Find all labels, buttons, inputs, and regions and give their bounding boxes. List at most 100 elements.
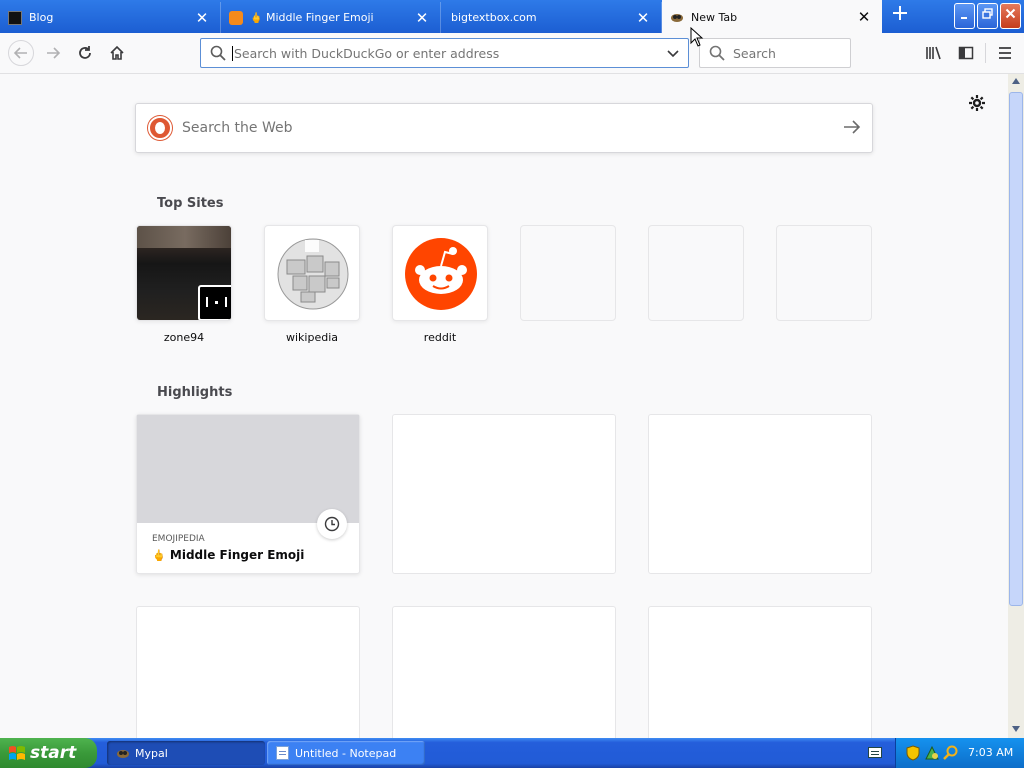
close-tab-icon[interactable]: ✕ [854, 8, 874, 26]
gear-icon[interactable] [966, 94, 988, 116]
tab-blog[interactable]: Blog ✕ [0, 2, 221, 33]
search-icon [210, 45, 226, 61]
toolbar-divider [985, 43, 986, 63]
tab-middle-finger-emoji[interactable]: 🖕 Middle Finger Emoji ✕ [221, 2, 441, 33]
start-button[interactable]: start [0, 738, 97, 768]
keyboard-icon[interactable] [868, 747, 882, 758]
tab-title: New Tab [691, 10, 738, 24]
minimize-window-button[interactable] [954, 3, 975, 29]
top-site-label: zone94 [163, 331, 205, 344]
sidebar-button[interactable] [954, 41, 978, 65]
reload-button[interactable] [73, 41, 97, 65]
top-site-tile-reddit[interactable] [392, 225, 488, 321]
search-icon [709, 45, 725, 61]
top-site-tile-empty[interactable] [520, 225, 616, 321]
top-site-tile-empty[interactable] [648, 225, 744, 321]
sidebar-icon [958, 46, 974, 60]
taskbar-item-notepad[interactable]: Untitled - Notepad [267, 741, 425, 765]
library-icon [926, 46, 941, 60]
taskbar-item-label: Mypal [135, 746, 168, 760]
tab-title: 🖕 Middle Finger Emoji [250, 11, 412, 24]
arrow-up-icon [1012, 78, 1020, 84]
close-icon [1005, 8, 1016, 19]
highlight-card-empty [392, 414, 616, 574]
navigation-toolbar [0, 33, 1024, 74]
highlight-card-empty [648, 606, 872, 738]
page-scrollbar[interactable] [1008, 74, 1024, 738]
library-button[interactable] [922, 41, 946, 65]
top-site-tile-wikipedia[interactable] [264, 225, 360, 321]
clock[interactable]: 7:03 AM [968, 746, 1013, 759]
tab-bigtextbox[interactable]: bigtextbox.com ✕ [441, 2, 662, 33]
tab-title-text: Middle Finger Emoji [265, 11, 374, 24]
duckduckgo-logo-icon [148, 116, 172, 140]
top-site-label: wikipedia [285, 331, 338, 344]
arrow-down-icon [1012, 726, 1020, 732]
highlight-title-text: Middle Finger Emoji [169, 548, 305, 562]
highlight-source: EMOJIPEDIA [152, 534, 205, 544]
tab-bar: Blog ✕ 🖕 Middle Finger Emoji ✕ bigtextbo… [0, 0, 1024, 34]
search-input[interactable] [733, 45, 889, 61]
forward-arrow-icon [47, 47, 61, 59]
highlight-emoji: 🖕 [152, 549, 166, 562]
tab-emoji: 🖕 [250, 13, 263, 24]
scroll-thumb[interactable] [1009, 92, 1023, 606]
menu-button[interactable] [993, 41, 1017, 65]
history-clock-icon [317, 509, 347, 539]
start-label: start [30, 743, 77, 763]
back-button[interactable] [8, 40, 34, 66]
highlight-card-empty [648, 414, 872, 574]
zone94-screenshot-banner [137, 226, 231, 248]
new-tab-favicon-icon [670, 10, 684, 24]
emojipedia-favicon-icon [229, 10, 243, 25]
scroll-up-button[interactable] [1008, 74, 1024, 90]
highlight-card-empty [136, 606, 360, 738]
wikipedia-globe-icon [277, 238, 349, 310]
close-tab-icon[interactable]: ✕ [633, 9, 653, 27]
home-button[interactable] [105, 41, 129, 65]
restore-window-button[interactable] [977, 3, 998, 29]
zone94-favicon-icon [198, 285, 231, 320]
close-window-button[interactable] [1000, 3, 1021, 29]
taskbar-item-mypal[interactable]: Mypal [107, 741, 265, 765]
search-bar[interactable] [699, 38, 889, 68]
chevron-down-icon[interactable] [666, 46, 680, 60]
system-tray: 7:03 AM [895, 738, 1024, 768]
close-tab-icon[interactable]: ✕ [192, 9, 212, 27]
blog-favicon-icon [8, 10, 22, 25]
home-icon [110, 45, 124, 60]
close-tab-icon[interactable]: ✕ [412, 9, 432, 27]
plus-icon [893, 6, 907, 20]
restore-icon [982, 8, 993, 19]
highlight-title: 🖕 Middle Finger Emoji [152, 548, 304, 562]
scroll-down-button[interactable] [1008, 722, 1024, 738]
network-icon[interactable] [924, 745, 940, 764]
tab-title: bigtextbox.com [451, 11, 537, 24]
top-sites-heading: Top Sites [157, 196, 224, 211]
security-shield-icon[interactable] [906, 745, 920, 764]
text-cursor [232, 45, 233, 61]
search-tray-icon[interactable] [943, 745, 959, 764]
taskbar-item-label: Untitled - Notepad [295, 746, 397, 760]
address-bar[interactable] [200, 38, 689, 68]
notepad-app-icon [276, 746, 289, 760]
highlight-preview-image [137, 415, 359, 523]
windows-taskbar: start Mypal Untitled - Notepad 7:03 AM [0, 738, 1024, 768]
windows-logo-icon [9, 746, 25, 760]
web-search-input[interactable] [182, 120, 832, 136]
new-tab-button[interactable] [888, 4, 912, 28]
back-arrow-icon [13, 47, 27, 59]
web-search-box[interactable] [135, 103, 873, 153]
top-site-tile-empty[interactable] [776, 225, 872, 321]
reload-icon [79, 46, 91, 59]
address-input[interactable] [234, 45, 666, 61]
highlight-card-empty [392, 606, 616, 738]
highlight-card-middle-finger-emoji[interactable]: EMOJIPEDIA 🖕 Middle Finger Emoji [136, 414, 360, 574]
top-site-tile-zone94[interactable] [136, 225, 232, 321]
highlights-heading: Highlights [157, 385, 233, 400]
tab-title: Blog [29, 11, 54, 24]
reddit-logo-icon [405, 238, 477, 310]
search-submit-arrow-icon[interactable] [832, 116, 872, 140]
mypal-app-icon [116, 746, 130, 760]
forward-button[interactable] [41, 41, 65, 65]
